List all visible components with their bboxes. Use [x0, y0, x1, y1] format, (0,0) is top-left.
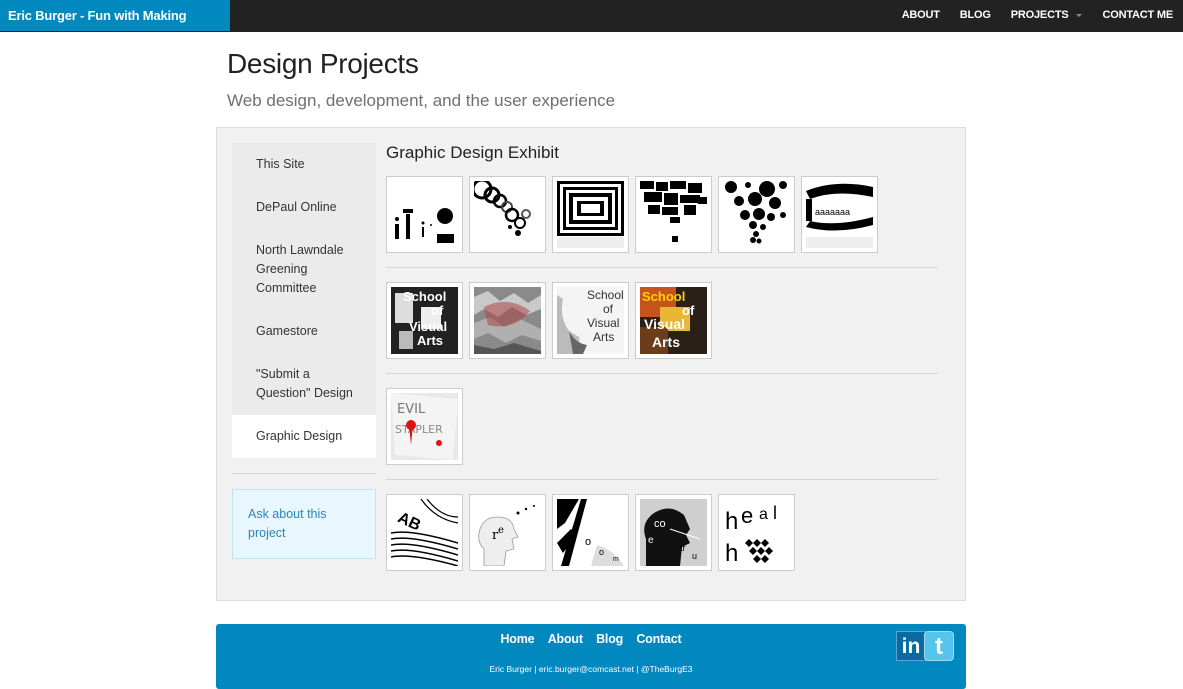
svg-text:School: School — [642, 289, 685, 304]
thumbnail-school-visual-arts-bw[interactable]: School of Visual Arts — [386, 282, 463, 359]
svg-text:e: e — [498, 525, 504, 536]
svg-text:Arts: Arts — [593, 330, 614, 344]
twitter-icon[interactable]: t — [924, 631, 954, 661]
sidebar-item-submit-question[interactable]: "Submit a Question" Design — [232, 353, 376, 415]
svg-text:Arts: Arts — [652, 334, 680, 350]
slash-letters-image: o o m — [557, 499, 624, 566]
thumbnail-slash-letters[interactable]: o o m — [552, 494, 629, 571]
svg-text:e: e — [741, 503, 753, 528]
footer-contact-info: Eric Burger | eric.burger@comcast.net | … — [489, 664, 693, 674]
row-divider — [386, 267, 938, 268]
thumbnail-heal-letters[interactable]: h e a l h — [718, 494, 795, 571]
sidebar-item-depaul-online[interactable]: DePaul Online — [232, 186, 376, 229]
nav-projects-dropdown[interactable]: PROJECTS — [1001, 0, 1093, 32]
svg-text:aaaaaaa: aaaaaaa — [815, 207, 850, 217]
footer-about-link[interactable]: About — [548, 632, 583, 646]
svg-text:o: o — [585, 536, 591, 548]
thumbnail-circles-chain[interactable] — [469, 176, 546, 253]
footer-blog-link[interactable]: Blog — [596, 632, 623, 646]
school-visual-arts-bw-image: School of Visual Arts — [391, 287, 458, 354]
thumbnail-scattered-blocks[interactable] — [635, 176, 712, 253]
svg-text:co: co — [654, 518, 666, 530]
page-title: Design Projects — [227, 48, 419, 79]
svg-text:School: School — [403, 289, 446, 304]
thumbnail-typography-dots[interactable] — [386, 176, 463, 253]
svg-text:m: m — [613, 556, 619, 563]
svg-text:of: of — [431, 303, 444, 318]
thumb-row-1: aaaaaaa — [386, 176, 884, 253]
svg-text:o: o — [599, 547, 604, 557]
school-visual-arts-color-image: School of Visual Arts — [640, 287, 707, 354]
nav-contact-link[interactable]: CONTACT ME — [1092, 0, 1183, 32]
exhibit-title: Graphic Design Exhibit — [386, 143, 559, 162]
footer-home-link[interactable]: Home — [500, 632, 534, 646]
linkedin-icon[interactable]: in — [896, 631, 926, 661]
thumbnail-evil-stapler[interactable]: EVIL STAPLER — [386, 388, 463, 465]
thumbnail-school-visual-arts-sketch[interactable]: School of Visual Arts — [552, 282, 629, 359]
nested-squares-image — [557, 181, 624, 248]
thumb-row-4: AB r e o o m co e tr u h e a l h — [386, 494, 801, 571]
row-divider — [386, 479, 938, 480]
svg-text:of: of — [603, 302, 614, 316]
row-divider — [386, 373, 938, 374]
thumbnail-school-visual-arts-color[interactable]: School of Visual Arts — [635, 282, 712, 359]
svg-text:EVIL: EVIL — [397, 402, 426, 417]
svg-text:h: h — [725, 508, 738, 535]
thumbnail-head-profile-letters[interactable]: r e — [469, 494, 546, 571]
thumb-row-3: EVIL STAPLER — [386, 388, 469, 465]
thumbnail-nested-squares[interactable] — [552, 176, 629, 253]
svg-text:h: h — [725, 540, 738, 566]
site-footer: Home About Blog Contact Eric Burger | er… — [216, 624, 966, 689]
sidebar-item-north-lawndale[interactable]: North Lawndale Greening Committee — [232, 229, 376, 310]
svg-text:l: l — [773, 503, 777, 523]
sidebar-item-this-site[interactable]: This Site — [232, 143, 376, 186]
svg-text:u: u — [692, 551, 697, 561]
type-lines-image: AB — [391, 499, 458, 566]
heal-letters-image: h e a l h — [723, 499, 790, 566]
caret-down-icon — [1076, 13, 1083, 17]
svg-text:e: e — [648, 535, 654, 546]
page-subtitle: Web design, development, and the user ex… — [227, 91, 616, 110]
thumb-row-2: School of Visual Arts School of Visual A… — [386, 282, 718, 359]
head-profile-letters-image: r e — [474, 499, 541, 566]
top-navbar: Eric Burger - Fun with Making Things ABO… — [0, 0, 1183, 54]
ask-about-project-link[interactable]: Ask about this project — [232, 489, 376, 559]
sidebar-divider — [232, 473, 376, 474]
svg-text:School: School — [587, 288, 624, 302]
evil-stapler-image: EVIL STAPLER — [391, 393, 458, 460]
sidebar-item-gamestore[interactable]: Gamestore — [232, 310, 376, 353]
scattered-blocks-image — [640, 181, 707, 248]
svg-text:Visual: Visual — [644, 316, 685, 332]
svg-text:STAPLER: STAPLER — [395, 423, 443, 436]
nav-about-link[interactable]: ABOUT — [892, 0, 950, 32]
school-visual-arts-sketch-image: School of Visual Arts — [557, 287, 624, 354]
sidebar-item-graphic-design[interactable]: Graphic Design — [232, 415, 376, 458]
svg-text:Visual: Visual — [587, 316, 619, 330]
thumbnail-crumpled-paper[interactable] — [469, 282, 546, 359]
svg-text:Visual: Visual — [409, 319, 447, 334]
brand-link[interactable]: Eric Burger - Fun with Making Things — [0, 0, 230, 54]
circles-chain-image — [474, 181, 541, 248]
svg-text:Arts: Arts — [417, 333, 443, 348]
footer-links: Home About Blog Contact — [216, 632, 966, 646]
nav-projects-label: PROJECTS — [1010, 9, 1069, 21]
wave-letters-image: aaaaaaa — [806, 181, 873, 248]
social-links: in t — [896, 631, 954, 661]
svg-text:tr: tr — [680, 543, 686, 553]
project-sidebar: This Site DePaul Online North Lawndale G… — [232, 143, 376, 458]
svg-text:a: a — [759, 506, 768, 523]
thumbnail-wave-letters[interactable]: aaaaaaa — [801, 176, 878, 253]
nav-blog-link[interactable]: BLOG — [950, 0, 1001, 32]
deconstruct-head-image: co e tr u — [640, 499, 707, 566]
projects-panel: This Site DePaul Online North Lawndale G… — [216, 127, 966, 601]
thumbnail-type-lines[interactable]: AB — [386, 494, 463, 571]
thumbnail-dot-cluster[interactable] — [718, 176, 795, 253]
nav-links: ABOUT BLOG PROJECTS CONTACT ME — [892, 0, 1183, 32]
typography-dots-image — [391, 181, 458, 248]
thumbnail-deconstruct-head[interactable]: co e tr u — [635, 494, 712, 571]
dot-cluster-image — [723, 181, 790, 248]
crumpled-paper-image — [474, 287, 541, 354]
footer-contact-link[interactable]: Contact — [636, 632, 681, 646]
